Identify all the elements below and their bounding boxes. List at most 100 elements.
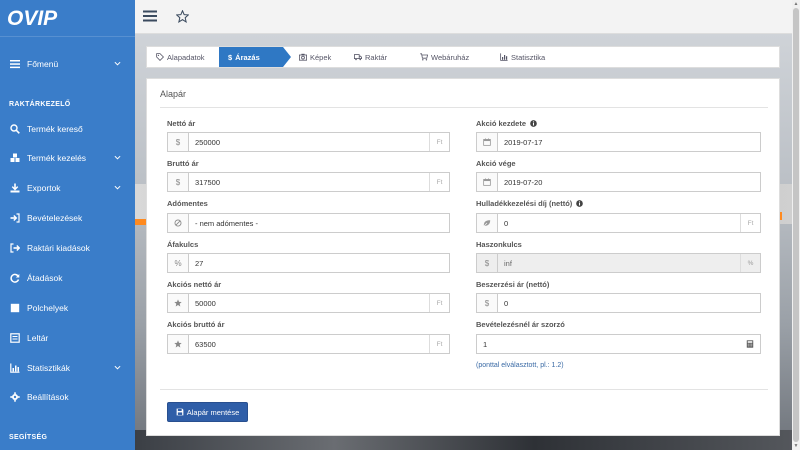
promo-start-input[interactable]: 2019-07-17 (498, 133, 760, 151)
sidebar-item-receipts[interactable]: Bevételezések (0, 204, 135, 232)
gross-price-input[interactable]: 317500 (189, 173, 429, 191)
hamburger-menu-icon[interactable] (143, 10, 157, 22)
calculator-icon[interactable] (740, 335, 760, 353)
promo-net-label: Akciós nettó ár (167, 280, 222, 289)
product-tabs: Alapadatok $ Árazás Képek Raktár Webáruh… (146, 46, 780, 68)
percent-icon: % (168, 254, 189, 272)
sidebar-item-label: Főmenü (27, 59, 59, 69)
purchase-price-field[interactable]: $ 0 (476, 293, 761, 313)
calendar-icon (477, 133, 498, 151)
promo-gross-field[interactable]: 63500 Ft (167, 334, 450, 354)
currency-suffix: Ft (429, 133, 449, 151)
scroll-up-arrow-icon[interactable]: ▲ (793, 1, 799, 7)
sidebar-item-label: Leltár (27, 333, 49, 343)
star-icon (168, 335, 189, 353)
tab-images[interactable]: Képek (283, 47, 345, 67)
purchase-price-input[interactable]: 0 (498, 294, 760, 312)
promo-gross-label: Akciós bruttó ár (167, 320, 225, 329)
sidebar: OVIP Főmenü RAKTÁRKEZELŐ Termék kereső T… (0, 0, 135, 450)
margin-field: $ inf % (476, 253, 761, 273)
multiplier-field[interactable]: 1 (476, 334, 761, 354)
sidebar-item-label: Átadások (27, 273, 63, 283)
tab-webshop[interactable]: Webáruház (411, 47, 491, 67)
star-icon[interactable] (176, 10, 189, 23)
bar-chart-icon (500, 53, 508, 61)
chevron-down-icon (114, 155, 121, 160)
dollar-icon: $ (168, 173, 189, 191)
vat-key-label: Áfakulcs (167, 240, 199, 249)
currency-suffix: Ft (429, 335, 449, 353)
save-base-price-button[interactable]: Alapár mentése (167, 402, 248, 422)
net-price-label: Nettó ár (167, 119, 196, 128)
sidebar-item-label: Raktári kiadások (27, 243, 90, 253)
sidebar-item-inventory[interactable]: Leltár (0, 324, 135, 352)
page-scrollbar[interactable]: ▲ ▼ (792, 0, 800, 450)
panel-title: Alapár (160, 89, 187, 99)
sidebar-item-warehouse-issues[interactable]: Raktári kiadások (0, 234, 135, 262)
sidebar-item-label: Exportok (27, 183, 61, 193)
sidebar-item-product-search[interactable]: Termék kereső (0, 115, 135, 143)
floppy-icon (176, 408, 184, 416)
square-icon (9, 302, 21, 314)
percent-suffix: % (740, 254, 760, 272)
promo-start-label: Akció kezdete (476, 119, 537, 128)
sidebar-item-statistics[interactable]: Statisztikák (0, 354, 135, 382)
multiplier-input[interactable]: 1 (477, 335, 740, 353)
tab-statistics[interactable]: Statisztika (491, 47, 571, 67)
camera-icon (299, 53, 307, 61)
waste-fee-field[interactable]: 0 Ft (476, 213, 761, 233)
sidebar-item-label: Statisztikák (27, 363, 70, 373)
sidebar-item-label: Polchelyek (27, 303, 69, 313)
star-icon (168, 294, 189, 312)
margin-value: inf (504, 258, 512, 268)
promo-net-input[interactable]: 50000 (189, 294, 429, 312)
sidebar-item-transfers[interactable]: Átadások (0, 264, 135, 292)
sidebar-item-main-menu[interactable]: Főmenü (0, 50, 135, 78)
scrollbar-thumb[interactable] (793, 8, 799, 442)
sidebar-item-product-management[interactable]: Termék kezelés (0, 144, 135, 172)
chevron-down-icon (114, 365, 121, 370)
sidebar-item-label: Bevételezések (27, 213, 83, 223)
tax-exempt-select[interactable]: - nem adómentes - (167, 213, 450, 233)
topbar (135, 0, 800, 34)
svg-text:OVIP: OVIP (7, 7, 58, 29)
info-icon (530, 120, 537, 127)
sidebar-item-label: Termék kereső (27, 124, 83, 134)
waste-fee-input[interactable]: 0 (498, 214, 740, 232)
currency-suffix: Ft (429, 294, 449, 312)
currency-suffix: Ft (740, 214, 760, 232)
cart-icon (420, 53, 428, 61)
scroll-down-arrow-icon[interactable]: ▼ (793, 443, 799, 449)
gross-price-field[interactable]: $ 317500 Ft (167, 172, 450, 192)
promo-end-input[interactable]: 2019-07-20 (498, 173, 760, 191)
truck-icon (354, 54, 362, 61)
multiplier-hint: (ponttal elválasztott, pl.: 1.2) (476, 362, 564, 369)
dollar-icon: $ (477, 254, 498, 272)
promo-end-field[interactable]: 2019-07-20 (476, 172, 761, 192)
vat-key-input[interactable]: 27 (189, 254, 449, 272)
promo-net-field[interactable]: 50000 Ft (167, 293, 450, 313)
promo-start-field[interactable]: 2019-07-17 (476, 132, 761, 152)
sidebar-item-label: Beállítások (27, 392, 69, 402)
net-price-input[interactable]: 250000 (189, 133, 429, 151)
tax-exempt-value: - nem adómentes - (195, 218, 258, 228)
list-icon (9, 332, 21, 344)
tag-icon (156, 53, 164, 61)
info-icon (576, 200, 584, 207)
purchase-price-label: Beszerzési ár (nettó) (476, 280, 550, 289)
tab-basic-data[interactable]: Alapadatok (147, 47, 219, 67)
sidebar-item-exports[interactable]: Exportok (0, 174, 135, 202)
logo[interactable]: OVIP (6, 7, 94, 29)
cubes-icon (9, 152, 21, 164)
tab-warehouse[interactable]: Raktár (345, 47, 411, 67)
multiplier-label: Bevételezésnél ár szorzó (476, 320, 565, 329)
refresh-icon (9, 272, 21, 284)
vat-key-field[interactable]: % 27 (167, 253, 450, 273)
sidebar-item-shelf-locations[interactable]: Polchelyek (0, 294, 135, 322)
ban-icon (168, 214, 189, 232)
promo-gross-input[interactable]: 63500 (189, 335, 429, 353)
tab-pricing[interactable]: $ Árazás (219, 47, 291, 67)
sidebar-item-settings[interactable]: Beállítások (0, 383, 135, 411)
net-price-field[interactable]: $ 250000 Ft (167, 132, 450, 152)
sign-in-icon (9, 212, 21, 224)
